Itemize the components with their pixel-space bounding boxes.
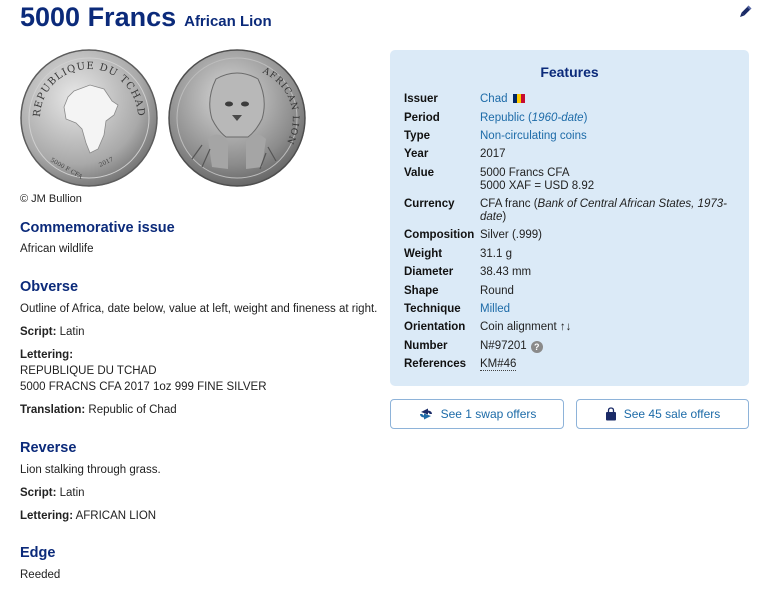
sale-offers-button[interactable]: See 45 sale offers xyxy=(576,399,749,429)
period-open: ( xyxy=(524,112,532,124)
year-label: Year xyxy=(404,148,429,160)
reverse-title: Reverse xyxy=(20,440,77,456)
orientation-value: Coin alignment ↑↓ xyxy=(480,321,572,333)
currency-close: ) xyxy=(502,210,507,223)
edge-title: Edge xyxy=(20,545,56,561)
obverse-description: Outline of Africa, date below, value at … xyxy=(20,303,378,315)
issuer-label: Issuer xyxy=(404,93,438,105)
swap-offers-button[interactable]: See 1 swap offers xyxy=(390,399,564,429)
obverse-title: Obverse xyxy=(20,279,79,295)
period-link[interactable]: Republic (1960-date) xyxy=(480,112,735,125)
diameter-label: Diameter xyxy=(404,266,454,278)
currency-value: CFA franc xyxy=(480,198,531,210)
period-close: ) xyxy=(583,112,588,124)
diameter-value: 38.43 mm xyxy=(480,266,532,278)
period-dates: 1960-date xyxy=(531,112,584,124)
obverse-lettering-line1: REPUBLIQUE DU TCHAD xyxy=(20,365,157,377)
commemorative-title: Commemorative issue xyxy=(20,220,175,236)
coin-images: REPUBLIQUE DU TCHAD 5000 F CFA 2017 AFRI… xyxy=(20,49,310,191)
sale-offers-label: See 45 sale offers xyxy=(623,407,721,421)
technique-link[interactable]: Milled xyxy=(480,303,735,316)
shape-label: Shape xyxy=(404,285,439,297)
coin-subtitle: African Lion xyxy=(184,13,272,30)
swap-offers-label: See 1 swap offers xyxy=(440,407,537,421)
period-label: Period xyxy=(404,112,440,124)
swap-icon xyxy=(419,408,432,420)
obverse-script-value: Latin xyxy=(59,326,85,338)
reverse-lettering-value: AFRICAN LION xyxy=(75,510,157,522)
obverse-image[interactable]: REPUBLIQUE DU TCHAD 5000 F CFA 2017 xyxy=(20,49,158,187)
value-label: Value xyxy=(404,167,435,179)
year-value: 2017 xyxy=(480,148,506,160)
reverse-script: Script: Latin xyxy=(20,485,380,501)
obverse-translation-value: Republic of Chad xyxy=(88,404,177,416)
composition-label: Composition xyxy=(404,229,475,241)
period-value: Republic xyxy=(480,112,525,124)
type-link[interactable]: Non-circulating coins xyxy=(480,130,735,143)
obverse-lettering-line2: 5000 FRACNS CFA 2017 1oz 999 FINE SILVER xyxy=(20,381,267,393)
obverse-translation: Translation: Republic of Chad xyxy=(20,402,380,418)
number-label: Number xyxy=(404,340,448,352)
question-icon[interactable]: ? xyxy=(530,341,543,353)
shape-value: Round xyxy=(480,285,514,297)
reverse-lettering-label: Lettering: xyxy=(20,510,74,522)
commemorative-text: African wildlife xyxy=(20,243,94,255)
technique-label: Technique xyxy=(404,303,461,315)
currency-open: ( xyxy=(530,198,538,210)
reverse-image[interactable]: AFRICAN LION xyxy=(168,49,306,187)
features-title: Features xyxy=(540,64,599,80)
number-value: N#97201 xyxy=(480,340,527,352)
coin-title: 5000 Francs xyxy=(20,2,177,32)
reverse-script-label: Script: xyxy=(20,487,57,499)
obverse-script-label: Script: xyxy=(20,326,57,338)
obverse-script: Script: Latin xyxy=(20,324,380,340)
orientation-label: Orientation xyxy=(404,321,466,333)
references-value[interactable]: KM#46 xyxy=(480,358,517,371)
value-line1: 5000 Francs CFA xyxy=(480,167,570,179)
edge-text: Reeded xyxy=(20,569,61,581)
weight-label: Weight xyxy=(404,248,443,260)
reverse-lettering: Lettering: AFRICAN LION xyxy=(20,508,380,524)
reverse-script-value: Latin xyxy=(59,487,85,499)
composition-value: Silver (.999) xyxy=(480,229,542,241)
chad-flag-icon xyxy=(512,94,525,103)
photo-credit: © JM Bullion xyxy=(20,193,82,205)
issuer-link[interactable]: Chad xyxy=(480,93,508,105)
shopping-bag-icon xyxy=(605,407,616,421)
page-title: 5000 Francs African Lion xyxy=(20,2,272,38)
features-panel: Features Issuer Chad Period Republic (19… xyxy=(390,50,749,386)
currency-label: Currency xyxy=(404,198,455,210)
pencil-icon[interactable] xyxy=(737,4,753,20)
references-label: References xyxy=(404,358,467,370)
obverse-lettering-label: Lettering: xyxy=(20,349,74,361)
obverse-translation-label: Translation: xyxy=(20,404,86,416)
weight-value: 31.1 g xyxy=(480,248,512,260)
value-line2: 5000 XAF = USD 8.92 xyxy=(480,179,595,192)
type-label: Type xyxy=(404,130,430,142)
reverse-description: Lion stalking through grass. xyxy=(20,464,161,476)
